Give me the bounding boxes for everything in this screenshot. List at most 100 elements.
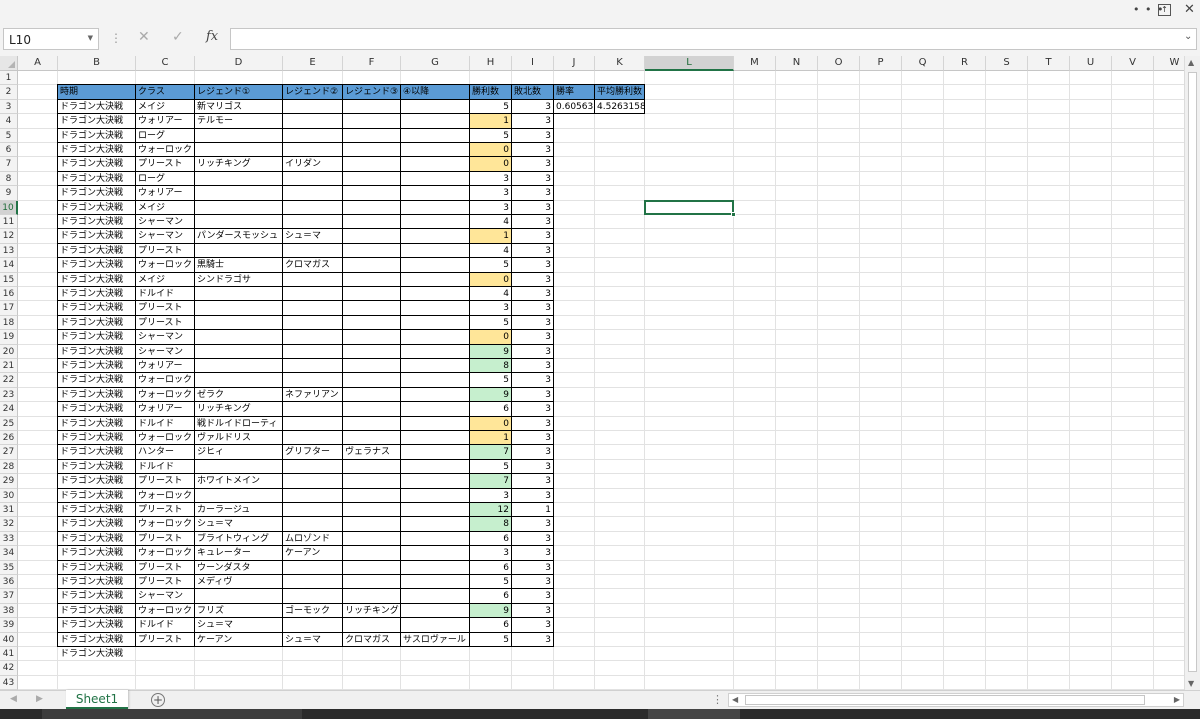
restore-window-icon[interactable]: ↑ [1158, 4, 1171, 16]
cell-wins: 6 [503, 404, 509, 415]
column-header-e[interactable]: E [283, 56, 343, 71]
row-header-36[interactable]: 36 [0, 575, 18, 590]
scroll-right-icon[interactable]: ▶ [1174, 695, 1180, 704]
column-header-i[interactable]: I [512, 56, 554, 71]
column-header-r[interactable]: R [944, 56, 986, 71]
row-header-6[interactable]: 6 [0, 143, 18, 158]
horizontal-scroll-thumb[interactable] [745, 695, 1145, 705]
row-header-1[interactable]: 1 [0, 71, 18, 86]
column-header-a[interactable]: A [18, 56, 58, 71]
split-handle-icon[interactable]: ⋮ [712, 693, 723, 706]
column-header-j[interactable]: J [554, 56, 595, 71]
row-header-32[interactable]: 32 [0, 517, 18, 532]
row-header-37[interactable]: 37 [0, 589, 18, 604]
name-box[interactable]: L10 ▼ [3, 28, 99, 50]
row-header-7[interactable]: 7 [0, 157, 18, 172]
row-header-26[interactable]: 26 [0, 431, 18, 446]
column-header-w[interactable]: W [1154, 56, 1184, 71]
cell-legend-1: 戦ドルイドローティ [197, 418, 278, 429]
row-header-18[interactable]: 18 [0, 315, 18, 331]
row-header-34[interactable]: 34 [0, 546, 18, 561]
row-header-8[interactable]: 8 [0, 171, 18, 187]
column-header-b[interactable]: B [58, 56, 136, 71]
row-header-19[interactable]: 19 [0, 330, 18, 345]
row-header-41[interactable]: 41 [0, 647, 18, 662]
row-header-13[interactable]: 13 [0, 243, 18, 259]
cancel-icon[interactable]: ✕ [138, 29, 150, 45]
expand-formula-bar-icon[interactable]: ⌄ [1184, 31, 1192, 42]
row-header-3[interactable]: 3 [0, 99, 18, 115]
row-header-21[interactable]: 21 [0, 359, 18, 374]
column-header-n[interactable]: N [776, 56, 818, 71]
scroll-down-icon[interactable]: ▼ [1188, 679, 1194, 688]
worksheet-grid[interactable]: ABCDEFGHIJKLMNOPQRSTUVW 1 2 3 4 5 6 7 8 9 10 11 12 1… [0, 56, 1184, 690]
column-header-h[interactable]: H [470, 56, 512, 71]
cell-wins: 5 [503, 461, 509, 472]
row-header-14[interactable]: 14 [0, 258, 18, 273]
row-header-27[interactable]: 27 [0, 445, 18, 460]
row-header-12[interactable]: 12 [0, 229, 18, 244]
prev-sheet-icon[interactable]: ◀ [10, 694, 17, 704]
column-header-d[interactable]: D [195, 56, 283, 71]
row-header-4[interactable]: 4 [0, 114, 18, 129]
row-header-20[interactable]: 20 [0, 344, 18, 359]
row-header-9[interactable]: 9 [0, 186, 18, 201]
row-header-11[interactable]: 11 [0, 215, 18, 230]
cell-period: ドラゴン大決戦 [60, 375, 124, 386]
taskbar-app[interactable] [648, 709, 740, 719]
taskbar-search[interactable] [42, 709, 302, 719]
column-header-u[interactable]: U [1070, 56, 1112, 71]
chevron-down-icon[interactable]: ▼ [88, 34, 93, 42]
add-sheet-icon[interactable]: + [151, 693, 165, 707]
next-sheet-icon[interactable]: ▶ [36, 694, 43, 704]
sheet-tab-sheet1[interactable]: Sheet1 [66, 690, 128, 709]
column-header-s[interactable]: S [986, 56, 1028, 71]
row-header-42[interactable]: 42 [0, 661, 18, 676]
column-header-t[interactable]: T [1028, 56, 1070, 71]
row-header-40[interactable]: 40 [0, 632, 18, 647]
horizontal-scrollbar[interactable]: ◀ ▶ [728, 693, 1184, 707]
row-header-23[interactable]: 23 [0, 387, 18, 403]
row-header-22[interactable]: 22 [0, 373, 18, 388]
row-header-28[interactable]: 28 [0, 459, 18, 475]
column-header-l[interactable]: L [645, 56, 734, 71]
column-header-v[interactable]: V [1112, 56, 1154, 71]
row-header-30[interactable]: 30 [0, 488, 18, 503]
scroll-up-icon[interactable]: ▲ [1188, 58, 1194, 67]
row-header-17[interactable]: 17 [0, 301, 18, 316]
row-header-24[interactable]: 24 [0, 402, 18, 417]
select-all-button[interactable] [0, 56, 18, 71]
row-header-29[interactable]: 29 [0, 474, 18, 489]
active-cell[interactable] [644, 199, 734, 215]
close-icon[interactable]: ✕ [1184, 2, 1195, 17]
insert-function-icon[interactable]: fx [206, 29, 218, 44]
row-header-25[interactable]: 25 [0, 416, 18, 431]
row-header-38[interactable]: 38 [0, 603, 18, 619]
taskbar [0, 709, 1200, 719]
enter-icon[interactable]: ✓ [172, 29, 184, 45]
cell-period: ドラゴン大決戦 [60, 317, 124, 328]
column-header-k[interactable]: K [595, 56, 645, 71]
row-header-10[interactable]: 10 [0, 200, 18, 215]
row-header-5[interactable]: 5 [0, 128, 18, 143]
column-header-p[interactable]: P [860, 56, 902, 71]
row-header-33[interactable]: 33 [0, 531, 18, 547]
column-header-m[interactable]: M [734, 56, 776, 71]
column-header-f[interactable]: F [343, 56, 401, 71]
row-header-31[interactable]: 31 [0, 503, 18, 518]
row-header-39[interactable]: 39 [0, 618, 18, 633]
vertical-scrollbar[interactable]: ▲ ▼ [1184, 56, 1200, 690]
column-header-o[interactable]: O [818, 56, 860, 71]
column-header-q[interactable]: Q [902, 56, 944, 71]
row-header-15[interactable]: 15 [0, 272, 18, 287]
column-header-g[interactable]: G [401, 56, 470, 71]
row-header-35[interactable]: 35 [0, 560, 18, 575]
row-header-2[interactable]: 2 [0, 85, 18, 100]
formula-input[interactable] [230, 28, 1197, 50]
scroll-left-icon[interactable]: ◀ [732, 695, 738, 704]
column-header-c[interactable]: C [136, 56, 195, 71]
row-header-43[interactable]: 43 [0, 675, 18, 690]
row-header-16[interactable]: 16 [0, 287, 18, 302]
vertical-scroll-thumb[interactable] [1188, 72, 1197, 672]
fill-handle[interactable] [731, 212, 736, 217]
